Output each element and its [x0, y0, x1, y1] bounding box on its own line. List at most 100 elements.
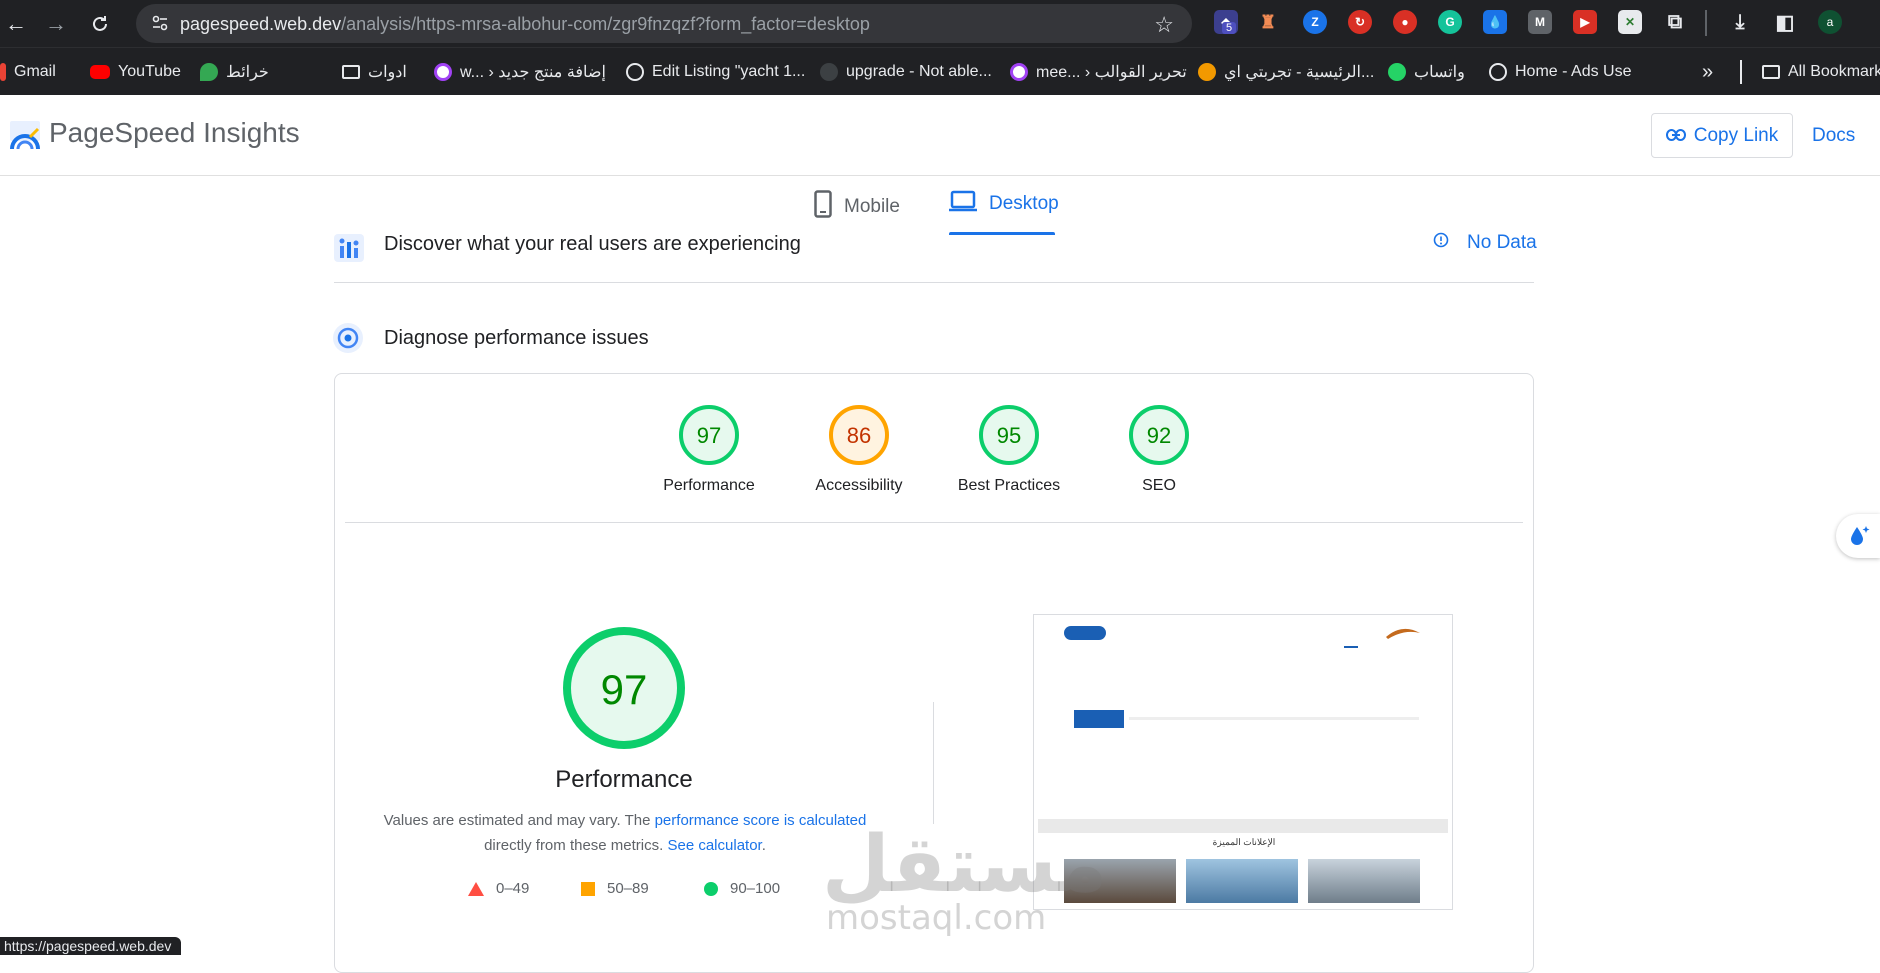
bookmark-edit-listing[interactable]: Edit Listing "yacht 1... — [626, 61, 805, 83]
bookmark-home-trial[interactable]: الرئيسية - تجربتي اي... — [1198, 61, 1374, 83]
youtube-icon — [90, 65, 110, 79]
diagnose-title: Diagnose performance issues — [384, 327, 649, 349]
extension-z-icon[interactable]: Z — [1303, 10, 1327, 34]
laptop-icon — [949, 190, 977, 218]
folder-icon — [342, 65, 360, 79]
watermark-arabic: مستقل — [822, 820, 1108, 910]
score-value: 86 — [847, 423, 871, 448]
legend-range: 0–49 — [496, 880, 530, 897]
performance-gauge-large: 97 — [563, 627, 685, 749]
watermark-latin: mostaql.com — [826, 898, 1047, 938]
vertical-separator — [933, 702, 934, 824]
performance-title: Performance — [555, 766, 693, 793]
globe-icon — [1489, 63, 1507, 81]
thumb-search-button — [1074, 710, 1124, 728]
gmail-icon — [0, 63, 6, 81]
legend-range: 50–89 — [607, 880, 649, 897]
bookmark-label: واتساب — [1414, 64, 1465, 81]
extension-grammarly-icon[interactable]: G — [1438, 10, 1462, 34]
diagnose-icon — [333, 323, 363, 353]
bookmarks-overflow-icon[interactable]: » — [1702, 61, 1713, 83]
thumb-card-image — [1308, 859, 1420, 903]
note-text: Values are estimated and may vary. The — [383, 812, 655, 829]
pagespeed-logo-icon[interactable] — [8, 119, 42, 151]
extension-m-icon[interactable]: M — [1528, 10, 1552, 34]
app-header: PageSpeed Insights Copy Link Docs — [0, 95, 1880, 176]
forward-icon[interactable]: → — [40, 8, 72, 40]
bookmark-label: Edit Listing "yacht 1... — [652, 63, 806, 80]
legend-average: 50–89 — [581, 880, 649, 897]
gauge-accessibility[interactable]: 86 Accessibility — [789, 401, 929, 495]
bookmark-label: w... › إضافة منتج جديد — [460, 64, 606, 81]
docs-link[interactable]: Docs — [1812, 125, 1855, 147]
thumb-button — [1064, 626, 1106, 640]
tab-label: Desktop — [989, 193, 1059, 214]
gauge-label: SEO — [1142, 477, 1176, 494]
legend-range: 90–100 — [730, 880, 781, 897]
extension-badge: 5 — [1222, 22, 1237, 34]
bookmark-whatsapp[interactable]: واتساب — [1388, 61, 1465, 83]
maps-pin-icon — [200, 63, 218, 81]
score-value: 95 — [997, 423, 1021, 448]
extension-sync-icon[interactable]: ↻ — [1348, 10, 1372, 34]
site-info-icon[interactable] — [150, 13, 170, 33]
side-panel-icon[interactable]: ◧ — [1773, 10, 1797, 34]
app-title[interactable]: PageSpeed Insights — [49, 117, 300, 149]
folder-icon — [1762, 65, 1780, 79]
extension-play-icon[interactable]: ▶ — [1573, 10, 1597, 34]
copy-link-button[interactable]: Copy Link — [1651, 113, 1793, 158]
see-calculator-link[interactable]: See calculator — [667, 837, 761, 854]
gauge-label: Performance — [663, 477, 755, 494]
bookmark-label: Gmail — [14, 63, 56, 80]
note-text: . — [761, 837, 766, 854]
reload-icon[interactable] — [84, 8, 116, 40]
extension-map-icon[interactable]: ✕ — [1618, 10, 1642, 34]
extension-drop-icon[interactable]: 💧 — [1483, 10, 1507, 34]
thumb-underline — [1344, 646, 1358, 648]
square-icon — [581, 881, 595, 896]
legend-pass: 90–100 — [704, 880, 780, 897]
gauge-seo[interactable]: 92 SEO — [1089, 401, 1229, 495]
site-favicon-icon — [1010, 63, 1028, 81]
tab-desktop[interactable]: Desktop — [949, 190, 1059, 218]
triangle-icon — [468, 881, 484, 896]
tab-mobile[interactable]: Mobile — [814, 190, 900, 224]
thumb-card-image — [1186, 859, 1298, 903]
gauge-best-practices[interactable]: 95 Best Practices — [939, 401, 1079, 495]
toolbar-divider — [1705, 10, 1707, 36]
profile-avatar[interactable]: a — [1818, 10, 1842, 34]
bookmark-folder-tools[interactable]: ادوات — [342, 61, 407, 83]
url-path: /analysis/https-mrsa-albohur-com/zgr9fnz… — [341, 14, 870, 34]
bookmark-star-icon[interactable]: ☆ — [1154, 12, 1174, 38]
extension-record-icon[interactable]: ● — [1393, 10, 1417, 34]
extension-person-icon[interactable]: ♜ — [1256, 10, 1280, 34]
bookmark-label: All Bookmark — [1788, 63, 1880, 80]
link-icon — [1665, 125, 1686, 147]
back-icon[interactable]: ← — [0, 8, 32, 40]
active-tab-indicator — [949, 232, 1055, 235]
globe-icon — [626, 63, 644, 81]
bookmark-edit-templates[interactable]: mee... › تحرير القوالب — [1010, 61, 1187, 83]
status-bar-url: https://pagespeed.web.dev — [0, 937, 182, 955]
field-data-title: Discover what your real users are experi… — [384, 233, 801, 255]
gauge-performance[interactable]: 97 Performance — [639, 401, 779, 495]
bookmark-home-ads[interactable]: Home - Ads Use — [1489, 61, 1631, 83]
info-icon — [1433, 232, 1449, 254]
bookmark-all-bookmarks[interactable]: All Bookmark — [1762, 61, 1880, 83]
no-data-status[interactable]: No Data — [1433, 232, 1537, 254]
bookmark-youtube[interactable]: YouTube — [90, 61, 181, 83]
bookmark-upgrade[interactable]: upgrade - Not able... — [820, 61, 992, 83]
bookmarks-divider — [1740, 60, 1742, 84]
thumb-search-fields — [1129, 717, 1419, 720]
whatsapp-icon — [1388, 63, 1406, 81]
bookmark-maps[interactable]: خرائط — [200, 61, 269, 83]
score-value: 92 — [1147, 423, 1171, 448]
browser-toolbar: ← → pagespeed.web.dev/analysis/https-mrs… — [0, 0, 1880, 47]
bookmark-add-product[interactable]: w... › إضافة منتج جديد — [434, 61, 606, 83]
extensions-puzzle-icon[interactable]: ⧉ — [1663, 10, 1687, 34]
address-bar[interactable]: pagespeed.web.dev/analysis/https-mrsa-al… — [136, 4, 1192, 43]
side-assistant-button[interactable] — [1836, 514, 1880, 558]
download-icon[interactable]: ⤓ — [1728, 10, 1752, 34]
bookmark-gmail[interactable]: Gmail — [0, 61, 56, 83]
url-text: pagespeed.web.dev/analysis/https-mrsa-al… — [180, 14, 870, 35]
